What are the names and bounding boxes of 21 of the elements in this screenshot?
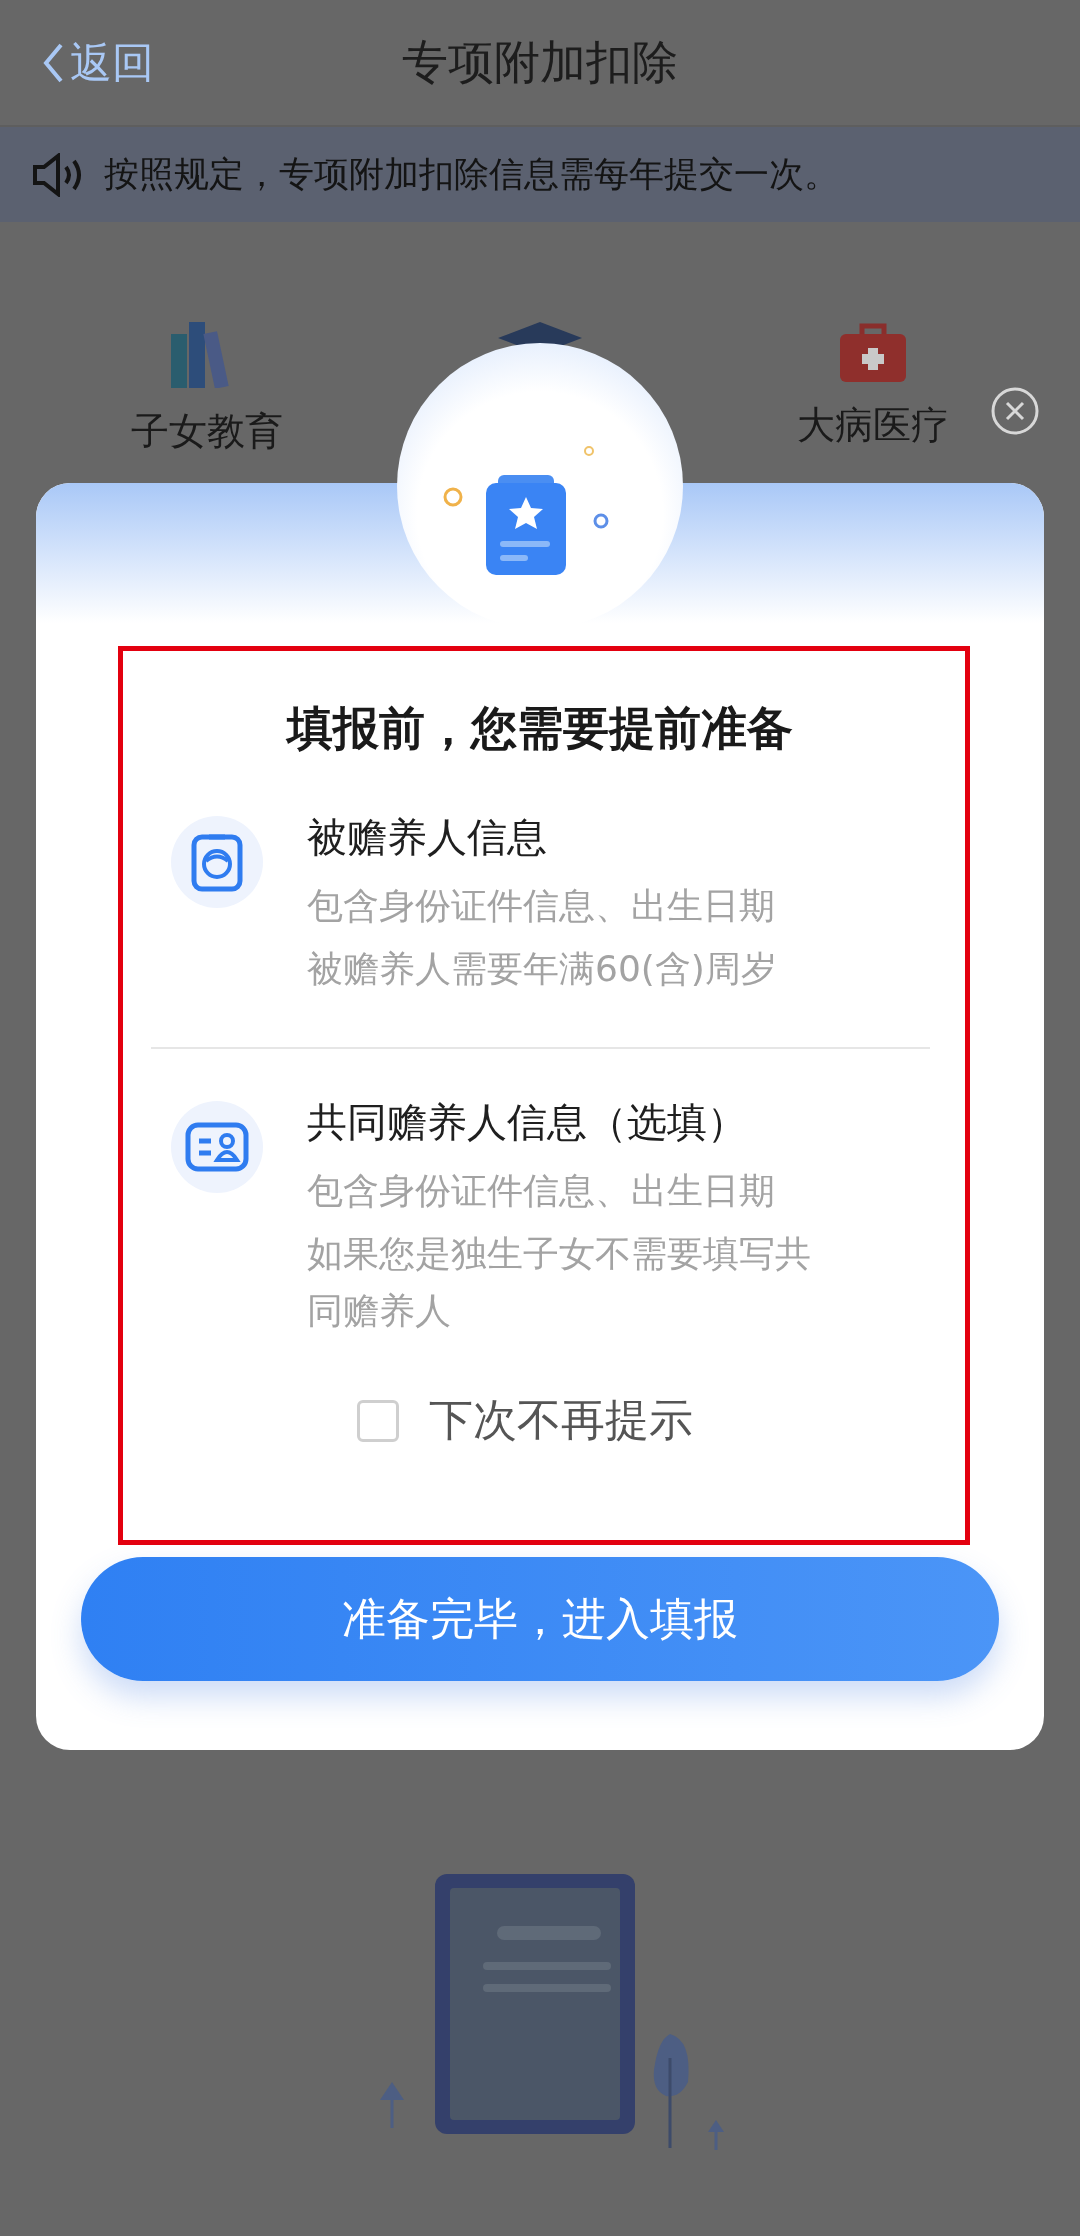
chevron-left-icon (42, 41, 64, 84)
category-label[interactable]: 大病医疗 (797, 400, 950, 451)
page-title: 专项附加扣除 (402, 34, 678, 89)
close-icon[interactable] (990, 386, 1040, 436)
id-card-icon (185, 1122, 249, 1172)
id-badge-icon (191, 832, 243, 892)
category-label[interactable]: 子女教育 (130, 406, 283, 457)
dialog-title: 填报前，您需要提前准备 (287, 700, 793, 757)
back-button[interactable]: 返回 (42, 34, 154, 91)
checkbox[interactable] (357, 1399, 399, 1442)
item-description: 包含身份证件信息、出生日期 (307, 884, 776, 928)
item-title: 共同赡养人信息（选填） (307, 1098, 748, 1147)
item-description: 如果您是独生子女不需要填写共同赡养人 (307, 1232, 812, 1333)
item-description: 被赡养人需要年满60(含)周岁 (307, 947, 778, 991)
clipboard-star-icon (486, 475, 566, 575)
item-description: 包含身份证件信息、出生日期 (307, 1169, 776, 1213)
proceed-button[interactable]: 准备完毕，进入填报 (81, 1557, 999, 1681)
checkbox-label[interactable]: 下次不再提示 (429, 1391, 693, 1450)
medical-kit-icon (840, 322, 907, 382)
notice-text: 按照规定，专项附加扣除信息需每年提交一次。 (104, 153, 839, 196)
item-title: 被赡养人信息 (307, 813, 548, 862)
